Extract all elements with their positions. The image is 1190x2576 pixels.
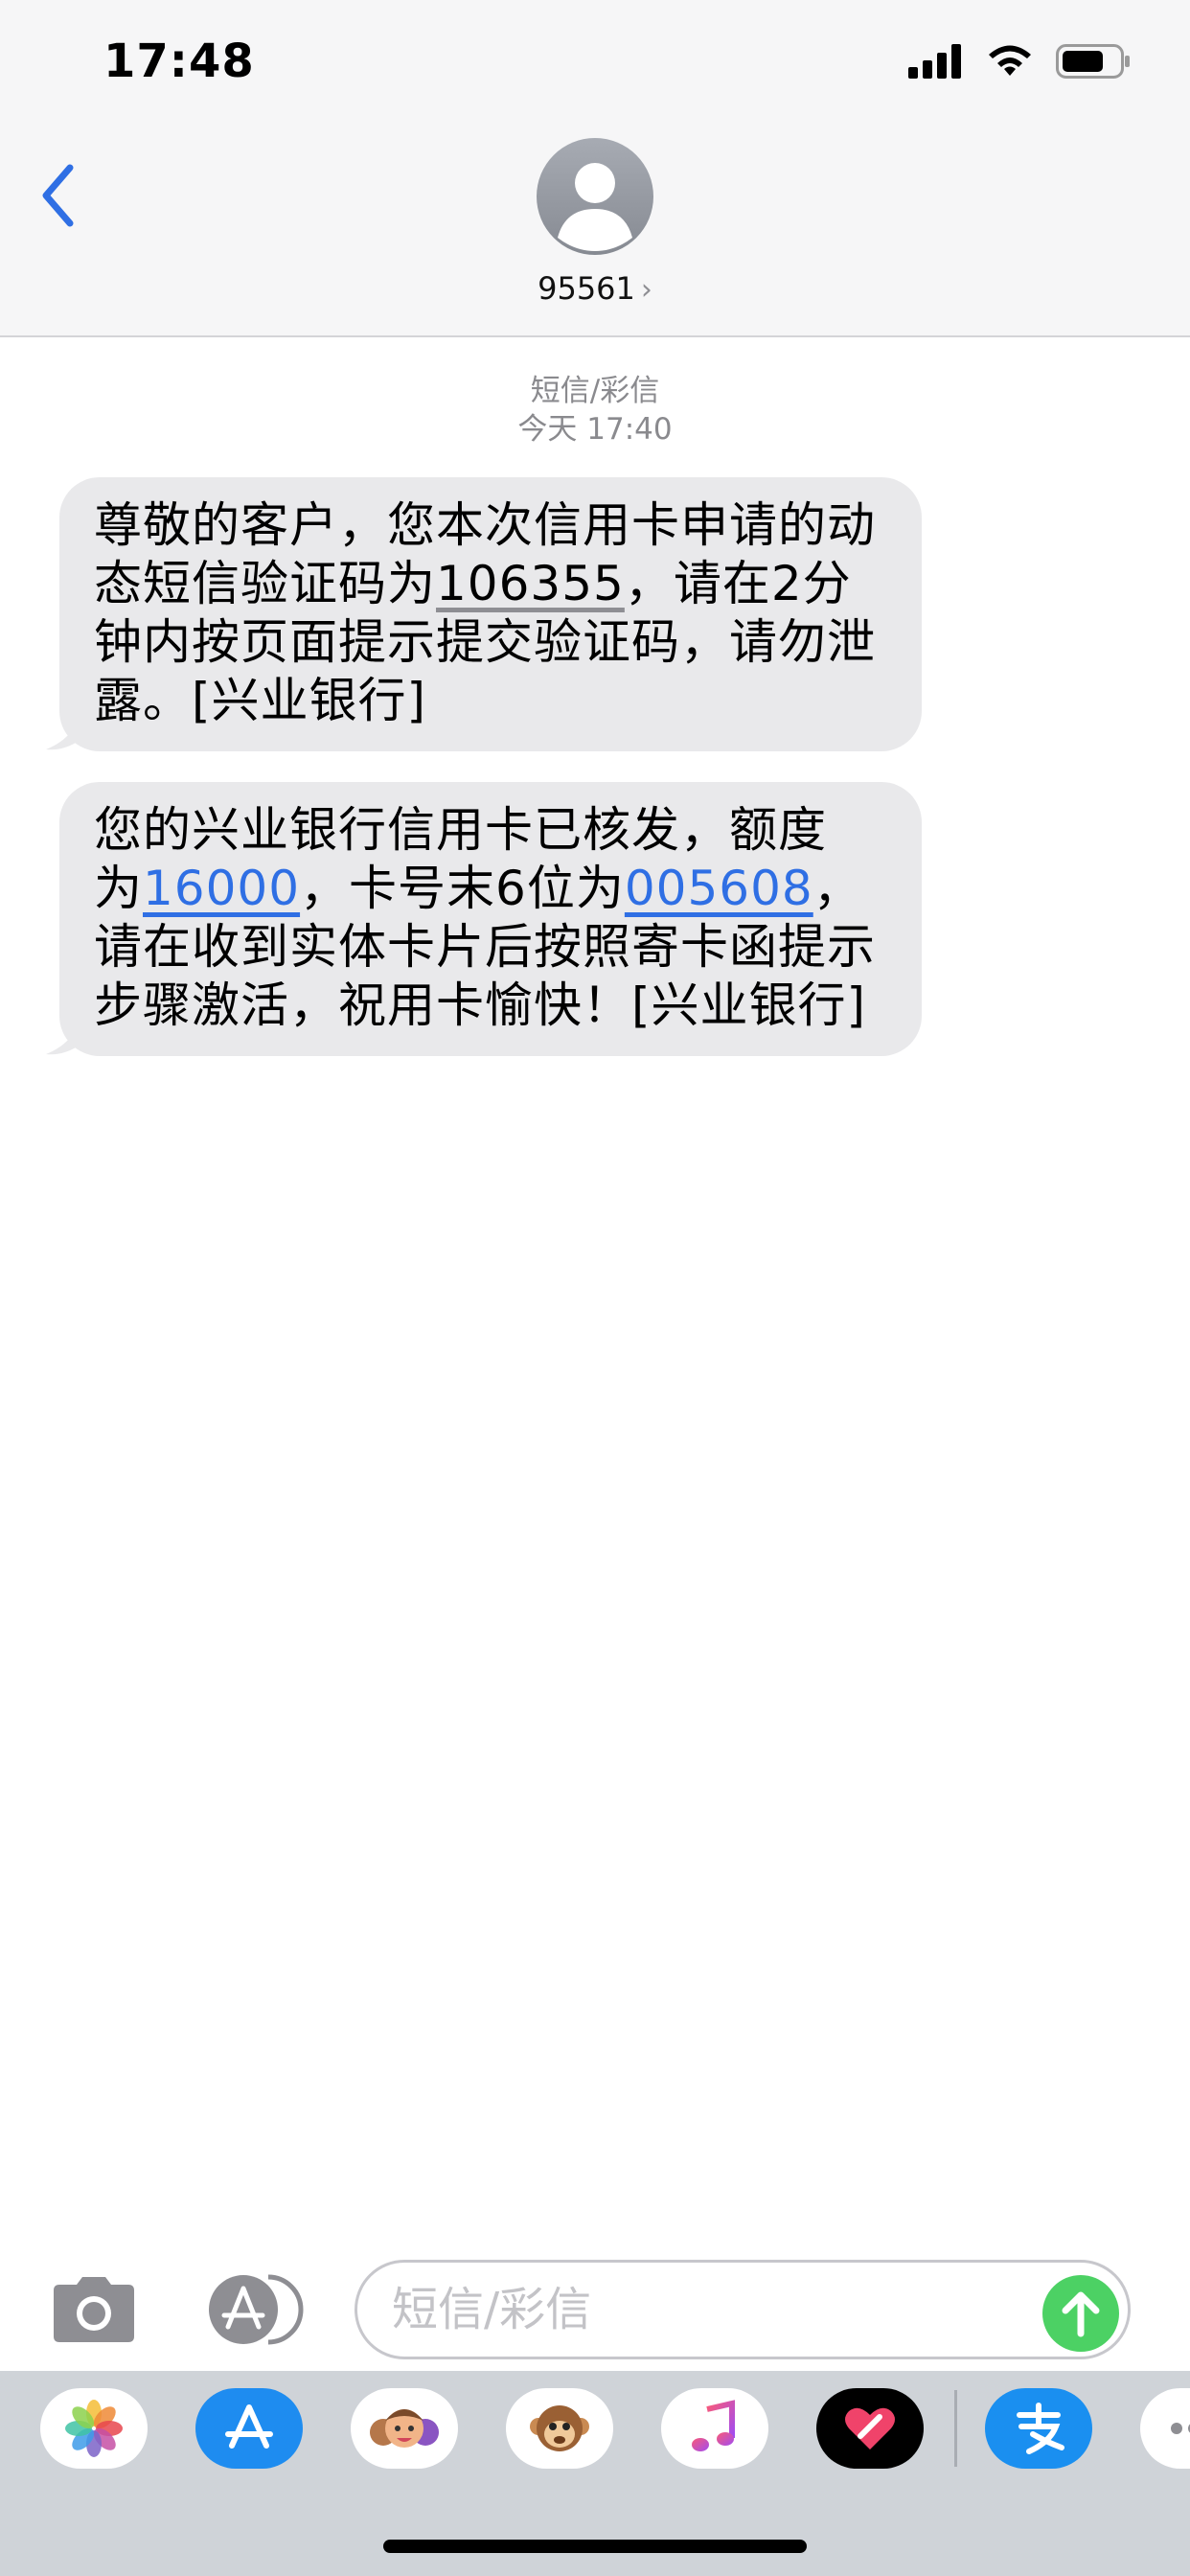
animoji-app-button[interactable] <box>506 2388 613 2469</box>
digital-touch-icon <box>845 2407 895 2450</box>
chevron-left-icon <box>42 164 74 227</box>
composer-bar: 短信/彩信 <box>0 2252 1190 2371</box>
memoji-icon <box>370 2409 439 2448</box>
contact-avatar[interactable] <box>537 138 653 255</box>
wifi-icon <box>989 45 1031 76</box>
drawer-divider <box>954 2390 957 2467</box>
message-line: 尊敬的客户，您本次信用卡申请的动 <box>94 497 876 553</box>
arrow-up-icon <box>1062 2291 1100 2337</box>
message-line: 露。[兴业银行] <box>94 673 427 728</box>
status-bar: 17:48 <box>0 0 1190 126</box>
digital-touch-app-button[interactable] <box>816 2388 924 2469</box>
message-line: 请在收到实体卡片后按照寄卡函提示 <box>94 919 876 975</box>
message-bubble[interactable]: 尊敬的客户，您本次信用卡申请的动 态短信验证码为106355，请在2分 钟内按页… <box>59 477 922 751</box>
apps-button[interactable] <box>201 2271 305 2348</box>
contact-name-row[interactable]: 95561 › <box>0 270 1190 307</box>
signal-icon <box>908 44 961 79</box>
app-store-icon <box>225 2404 273 2449</box>
card-number-link[interactable]: 005608 <box>625 861 813 916</box>
message-line: 您的兴业银行信用卡已核发，额度 <box>94 802 827 858</box>
music-icon <box>692 2400 735 2451</box>
status-icons <box>908 42 1133 80</box>
message-line: 态短信验证码为106355，请在2分 <box>94 555 889 613</box>
message-input[interactable]: 短信/彩信 <box>355 2260 1131 2359</box>
alipay-app-button[interactable] <box>985 2388 1092 2469</box>
back-button[interactable] <box>29 148 86 243</box>
animoji-icon <box>530 2405 589 2451</box>
message-line: 为16000，卡号末6位为005608， <box>94 860 889 918</box>
alipay-icon <box>1017 2403 1064 2454</box>
more-icon <box>1171 2423 1190 2434</box>
app-store-icon <box>209 2274 304 2345</box>
photos-app-button[interactable] <box>40 2388 148 2469</box>
message-line: 步骤激活，祝用卡愉快！[兴业银行] <box>94 978 867 1033</box>
status-time: 17:48 <box>103 34 255 88</box>
message-line: 钟内按页面提示提交验证码，请勿泄 <box>94 614 876 670</box>
photos-icon <box>65 2400 123 2457</box>
app-store-app-button[interactable] <box>195 2388 303 2469</box>
music-app-button[interactable] <box>661 2388 768 2469</box>
conversation-header: 95561 › <box>0 126 1190 337</box>
camera-button[interactable] <box>48 2273 140 2346</box>
send-button[interactable] <box>1042 2275 1119 2352</box>
camera-icon <box>54 2277 134 2342</box>
message-bubble[interactable]: 您的兴业银行信用卡已核发，额度 为16000，卡号末6位为005608， 请在收… <box>59 782 922 1056</box>
message-text: 态短信验证码为 <box>94 556 436 611</box>
person-icon <box>558 163 632 251</box>
thread-meta: 短信/彩信 今天 17:40 <box>0 372 1190 448</box>
memoji-app-button[interactable] <box>351 2388 458 2469</box>
message-timestamp: 今天 17:40 <box>517 412 673 447</box>
message-text: 为 <box>94 861 143 916</box>
message-text: ，卡号末6位为 <box>300 861 625 916</box>
message-text: ，请在2分 <box>624 556 852 611</box>
more-apps-button[interactable] <box>1140 2388 1190 2469</box>
service-label: 短信/彩信 <box>530 374 660 408</box>
battery-icon <box>1056 44 1130 79</box>
message-input-placeholder: 短信/彩信 <box>392 2283 592 2336</box>
message-text: ， <box>812 861 862 916</box>
contact-name: 95561 <box>538 270 635 307</box>
amount-link[interactable]: 16000 <box>143 861 300 916</box>
verification-code[interactable]: 106355 <box>436 556 625 611</box>
home-indicator <box>383 2540 807 2553</box>
chevron-right-icon: › <box>640 273 652 307</box>
